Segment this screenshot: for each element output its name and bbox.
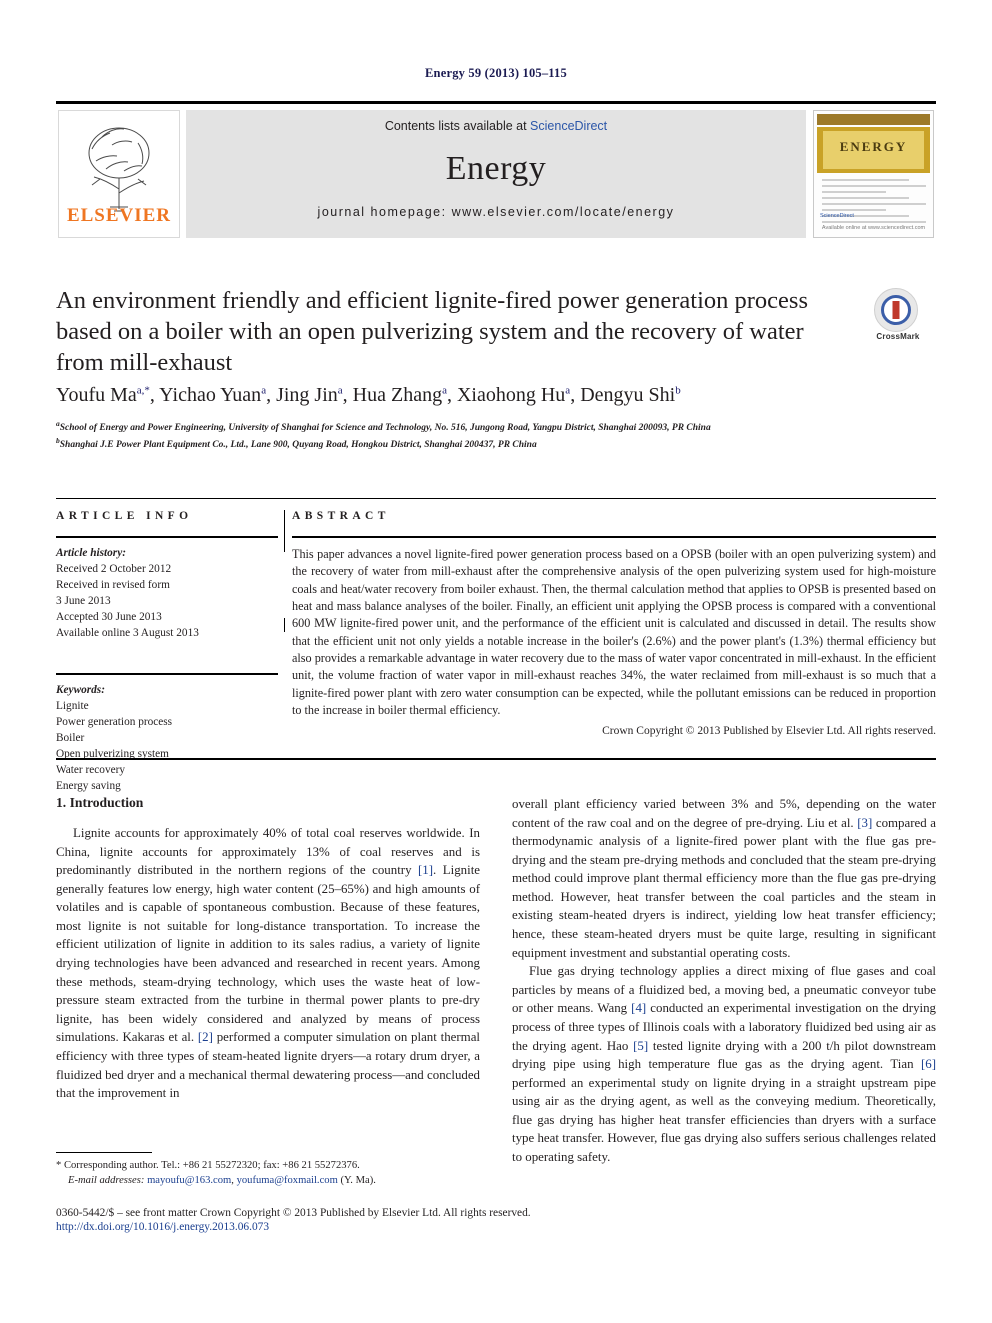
author-entry: Jing Jina <box>276 384 343 406</box>
corresponding-author-text: * Corresponding author. Tel.: +86 21 552… <box>56 1160 360 1171</box>
doi-link[interactable]: http://dx.doi.org/10.1016/j.energy.2013.… <box>56 1221 936 1233</box>
journal-article-first-page: Energy 59 (2013) 105–115 ELSEVIER Conten… <box>0 0 992 1323</box>
body-column-left: 1. Introduction Lignite accounts for app… <box>56 795 480 1103</box>
cover-journal-title: ENERGY <box>839 139 908 154</box>
paragraph: Lignite accounts for approximately 40% o… <box>56 826 480 1101</box>
footnote-rule <box>56 1152 152 1153</box>
article-history-item: Received in revised form <box>56 579 170 592</box>
front-matter-copyright: 0360-5442/$ – see front matter Crown Cop… <box>56 1207 531 1219</box>
email-label: E-mail addresses: <box>68 1175 145 1187</box>
author-sep: , <box>149 384 160 406</box>
info-gap <box>56 641 278 659</box>
article-history: Article history: Received 2 October 2012… <box>56 538 278 641</box>
abstract-column: ABSTRACT This paper advances a novel lig… <box>292 498 936 737</box>
author-name: Youfu Ma <box>56 384 137 406</box>
author-name: Jing Jin <box>276 384 338 406</box>
author-sep: , <box>266 384 277 406</box>
sciencedirect-link[interactable]: ScienceDirect <box>530 119 607 133</box>
article-history-item: 3 June 2013 <box>56 595 111 608</box>
affiliation-item: aSchool of Energy and Power Engineering,… <box>56 419 936 436</box>
citation-ref[interactable]: [5] <box>633 1039 648 1053</box>
citation-ref[interactable]: [1] <box>418 863 433 877</box>
elsevier-logo: ELSEVIER <box>58 110 180 238</box>
keyword-item: Energy saving <box>56 780 121 793</box>
crossmark-label: CrossMark <box>876 332 920 341</box>
journal-title: Energy <box>445 150 547 187</box>
paragraph: Flue gas drying technology applies a dir… <box>512 964 936 1164</box>
footnote-block: * Corresponding author. Tel.: +86 21 552… <box>56 1152 480 1189</box>
crossmark-bar <box>892 301 900 319</box>
author-name: Dengyu Shi <box>580 384 676 406</box>
affiliation-text: Shanghai J.E Power Plant Equipment Co., … <box>59 439 537 450</box>
affiliation-list: aSchool of Energy and Power Engineering,… <box>56 419 936 452</box>
citation-ref[interactable]: [4] <box>631 1001 646 1015</box>
crossmark-icon <box>874 288 918 332</box>
keyword-item: Water recovery <box>56 764 126 777</box>
author-name: Yichao Yuan <box>159 384 262 406</box>
author-sep: , <box>446 384 457 406</box>
abstract-heading: ABSTRACT <box>292 510 390 522</box>
citation-ref[interactable]: [3] <box>857 816 872 830</box>
author-entry: Xiaohong Hua <box>457 384 570 406</box>
journal-masthead: ELSEVIER Contents lists available at Sci… <box>56 101 936 241</box>
paragraph: overall plant efficiency varied between … <box>512 797 936 960</box>
citation-ref[interactable]: [2] <box>198 1030 213 1044</box>
author-entry: Youfu Maa,* <box>56 384 150 406</box>
affiliation-text: School of Energy and Power Engineering, … <box>59 423 711 434</box>
elsevier-wordmark: ELSEVIER <box>66 205 172 226</box>
article-info-column: ARTICLE INFO Article history: Received 2… <box>56 498 278 794</box>
abstract-copyright: Crown Copyright © 2013 Published by Else… <box>602 725 936 738</box>
crossmark-badge[interactable]: CrossMark <box>866 288 930 346</box>
paper-title: An environment friendly and efficient li… <box>56 287 808 376</box>
author-sep: , <box>342 384 353 406</box>
citation-ref[interactable]: [6] <box>921 1057 936 1071</box>
author-entry: Dengyu Shib <box>580 384 681 406</box>
author-name: Xiaohong Hu <box>456 384 566 406</box>
keywords-label: Keywords: <box>56 684 105 697</box>
author-list: Youfu Maa,*, Yichao Yuana, Jing Jina, Hu… <box>56 384 936 407</box>
article-history-label: Article history: <box>56 547 126 559</box>
author-entry: Yichao Yuana <box>159 384 266 406</box>
masthead-top-rule <box>56 101 936 104</box>
keywords-block: Keywords: Lignite Power generation proce… <box>56 675 278 794</box>
affiliation-item: bShanghai J.E Power Plant Equipment Co.,… <box>56 436 936 453</box>
email-link-1[interactable]: mayoufu@163.com <box>147 1175 231 1186</box>
corresponding-author-note: * Corresponding author. Tel.: +86 21 552… <box>56 1158 480 1189</box>
author-marks: a,* <box>136 384 150 397</box>
article-history-item: Received 2 October 2012 <box>56 563 172 576</box>
running-head: Energy 59 (2013) 105–115 <box>425 66 567 80</box>
abstract-text: This paper advances a novel lignite-fire… <box>292 547 936 717</box>
author-name: Hua Zhang <box>352 384 443 406</box>
keyword-item: Lignite <box>56 700 89 713</box>
email-suffix: (Y. Ma). <box>337 1175 376 1187</box>
info-abstract-divider <box>284 510 285 552</box>
page-footer: 0360-5442/$ – see front matter Crown Cop… <box>56 1207 936 1233</box>
cover-title-band: ENERGY <box>817 127 930 173</box>
author-entry: Hua Zhanga <box>353 384 447 406</box>
section-heading-introduction: 1. Introduction <box>56 795 144 810</box>
title-block: An environment friendly and efficient li… <box>56 286 846 379</box>
cover-sciencedirect-label: ScienceDirect <box>820 213 854 219</box>
cover-text-lines <box>822 179 926 227</box>
keyword-item: Power generation process <box>56 716 173 729</box>
cover-footer-label: Available online at www.sciencedirect.co… <box>821 225 926 231</box>
keyword-item: Boiler <box>56 732 85 745</box>
author-marks: b <box>675 384 681 397</box>
contents-prefix: Contents lists available at <box>384 119 531 133</box>
journal-cover-thumbnail: ENERGY ScienceDirect Available online at… <box>813 110 934 238</box>
journal-homepage-url[interactable]: journal homepage: www.elsevier.com/locat… <box>186 205 806 219</box>
info-abstract-divider <box>284 618 285 632</box>
info-abstract-bottom-rule <box>56 758 936 760</box>
article-history-item: Accepted 30 June 2013 <box>56 611 162 624</box>
contents-available-line: Contents lists available at ScienceDirec… <box>186 119 806 133</box>
elsevier-tree-icon <box>88 127 150 212</box>
body-column-right: overall plant efficiency varied between … <box>512 795 936 1167</box>
email-link-2[interactable]: youfuma@foxmail.com <box>237 1175 338 1186</box>
author-sep: , <box>570 384 581 406</box>
article-info-heading: ARTICLE INFO <box>56 510 193 522</box>
cover-top-band <box>817 114 930 125</box>
article-history-item: Available online 3 August 2013 <box>56 627 199 640</box>
